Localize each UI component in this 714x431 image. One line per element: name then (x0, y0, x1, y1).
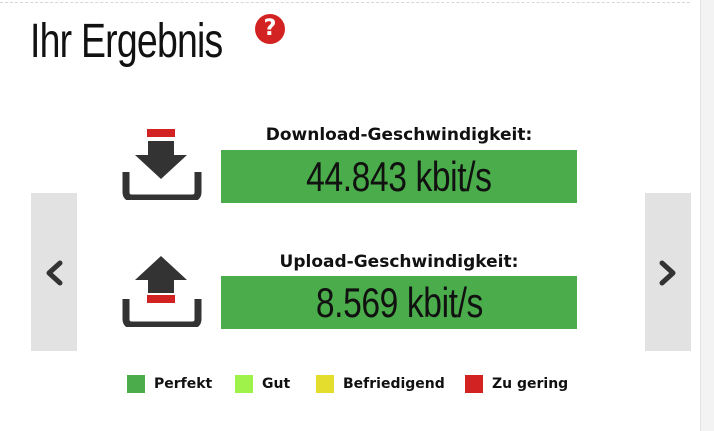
scrollbar-track[interactable] (700, 0, 714, 431)
download-speed-bar: 44.843 kbit/s (221, 150, 577, 203)
legend-label: Befriedigend (343, 376, 445, 392)
upload-speed-value: 8.569 kbit/s (315, 278, 483, 326)
chevron-right-icon (659, 260, 676, 286)
upload-speed-bar: 8.569 kbit/s (221, 276, 577, 329)
help-question-icon[interactable]: ? (255, 14, 285, 44)
download-label: Download-Geschwindigkeit: (265, 125, 533, 145)
top-divider (0, 2, 690, 3)
legend-swatch (465, 375, 483, 393)
legend-swatch (127, 375, 145, 393)
download-icon (122, 129, 202, 200)
legend-label: Gut (262, 376, 291, 392)
next-button[interactable] (645, 193, 691, 351)
page-title: Ihr Ergebnis (30, 15, 223, 68)
legend-label: Zu gering (492, 376, 569, 392)
upload-icon (122, 256, 202, 327)
prev-button[interactable] (31, 193, 77, 351)
chevron-left-icon (46, 260, 63, 286)
upload-label: Upload-Geschwindigkeit: (279, 252, 519, 272)
legend-swatch (235, 375, 253, 393)
download-speed-value: 44.843 kbit/s (306, 152, 492, 200)
legend-label: Perfekt (154, 376, 213, 392)
legend-swatch (316, 375, 334, 393)
